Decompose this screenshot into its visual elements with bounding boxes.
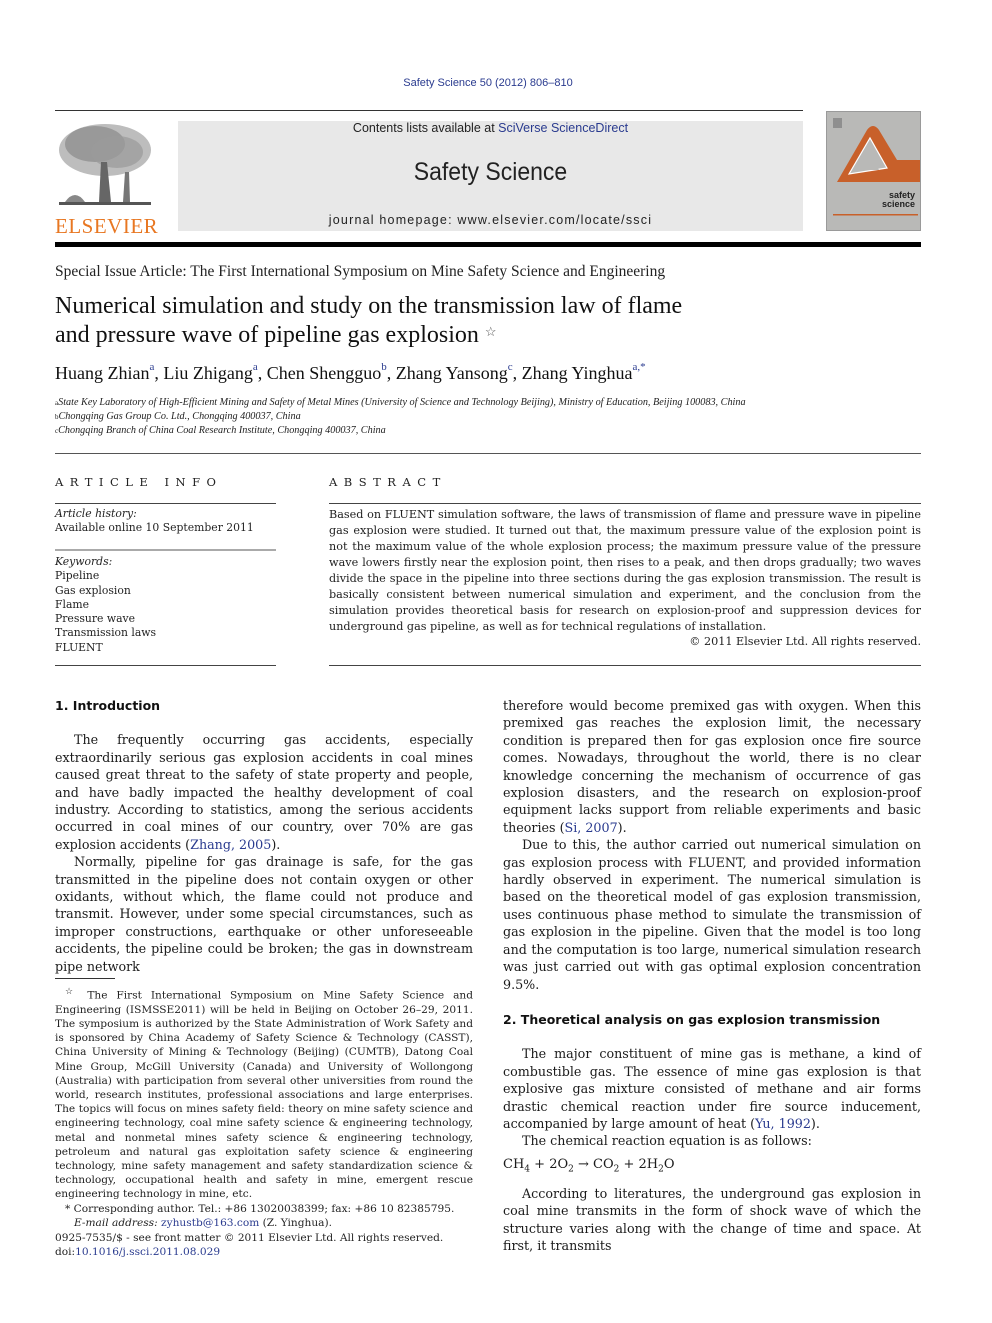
footnotes: ☆ The First International Symposium on M… [55, 985, 473, 1230]
title-footnote-star[interactable]: ☆ [485, 324, 497, 339]
keyword: FLUENT [55, 640, 103, 654]
affiliations: aState Key Laboratory of High-Efficient … [55, 396, 746, 438]
section-heading: 2. Theoretical analysis on gas explosion… [503, 1011, 881, 1027]
journal-cover[interactable]: safety science [826, 111, 921, 231]
reference-link[interactable]: Si, 2007 [565, 820, 618, 835]
author[interactable]: Liu Zhiganga [163, 361, 258, 383]
paragraph: Normally, pipeline for gas drainage is s… [55, 854, 473, 974]
elsevier-logo[interactable]: ELSEVIER [55, 122, 158, 237]
author-affil-mark: a [252, 361, 258, 373]
author-list: Huang Zhiana, Liu Zhiganga, Chen Shenggu… [55, 361, 646, 383]
homepage-link[interactable]: www.elsevier.com/locate/ssci [457, 213, 652, 227]
page-footer: 0925-7535/$ - see front matter © 2011 El… [55, 1231, 443, 1260]
keywords-label: Keywords: [55, 555, 113, 568]
chemical-equation: CH4 + 2O2 → CO2 + 2H2O [503, 1156, 675, 1175]
author-affil-mark: c [507, 361, 513, 373]
keyword: Flame [55, 597, 90, 611]
affiliation: aState Key Laboratory of High-Efficient … [55, 397, 746, 408]
cover-triangle-icon: safety science [833, 118, 920, 216]
title-line-2: and pressure wave of pipeline gas explos… [55, 322, 479, 348]
contents-line: Contents lists available at SciVerse Sci… [178, 121, 803, 135]
doi-link[interactable]: 10.1016/j.ssci.2011.08.029 [75, 1246, 220, 1258]
elsevier-tree-icon [59, 124, 151, 205]
paragraph: therefore would become premixed gas with… [503, 698, 921, 835]
keyword: Pipeline [55, 569, 100, 583]
article-info-divider [55, 665, 276, 666]
body-column-right: therefore would become premixed gas with… [503, 697, 921, 1254]
body-column-left: 1. Introduction The frequently occurring… [55, 697, 473, 975]
author[interactable]: Huang Zhiana [55, 361, 155, 383]
history-value: Available online 10 September 2011 [55, 521, 254, 535]
journal-citation[interactable]: Safety Science 50 (2012) 806–810 [0, 77, 976, 89]
author[interactable]: Chen Shengguob [267, 361, 387, 383]
reference-link[interactable]: Yu, 1992 [755, 1116, 811, 1131]
special-issue-label: Special Issue Article: The First Interna… [55, 263, 666, 280]
affiliation: cChongqing Branch of China Coal Research… [55, 425, 386, 436]
header-divider [55, 110, 803, 111]
email-link[interactable]: zyhustb@163.com [161, 1217, 259, 1229]
paragraph: Due to this, the author carried out nume… [503, 837, 921, 992]
cover-title-line2: science [882, 199, 915, 209]
section-heading: 1. Introduction [55, 698, 161, 713]
author[interactable]: Zhang Yinghuaa,* [522, 361, 646, 383]
reference-link[interactable]: Zhang, 2005 [190, 837, 271, 852]
footnote-divider [55, 978, 115, 979]
article-info-heading: ARTICLE INFO [55, 475, 223, 489]
paragraph: The major constituent of mine gas is met… [503, 1046, 921, 1131]
journal-title[interactable]: Safety Science [203, 158, 778, 187]
journal-homepage: journal homepage: www.elsevier.com/locat… [178, 213, 803, 227]
article-title: Numerical simulation and study on the tr… [55, 292, 815, 350]
contents-prefix: Contents lists available at [352, 121, 499, 135]
abstract-heading: ABSTRACT [329, 475, 447, 489]
history-label: Article history: [55, 507, 137, 520]
issn-line: 0925-7535/$ - see front matter © 2011 El… [55, 1232, 444, 1244]
abstract-divider [329, 665, 921, 666]
author-affil-mark: a [149, 361, 155, 373]
article-info-divider [55, 549, 276, 551]
article-history: Article history: Available online 10 Sep… [55, 507, 276, 536]
paragraph: According to literatures, the undergroun… [503, 1185, 921, 1253]
elsevier-wordmark: ELSEVIER [55, 214, 159, 238]
citation-link[interactable]: Safety Science 50 (2012) 806–810 [403, 77, 572, 89]
homepage-label: journal homepage: [328, 213, 458, 227]
section-divider [55, 453, 921, 454]
abstract-copyright: © 2011 Elsevier Ltd. All rights reserved… [689, 635, 921, 648]
keyword: Transmission laws [55, 626, 157, 640]
abstract-divider [329, 503, 921, 504]
footnote-email: E-mail address: zyhustb@163.com (Z. Ying… [74, 1216, 332, 1229]
journal-banner: Contents lists available at SciVerse Sci… [178, 121, 803, 231]
keyword: Pressure wave [55, 612, 136, 626]
keywords: Keywords: Pipeline Gas explosion Flame P… [55, 555, 276, 655]
author-affil-mark: a,* [632, 361, 646, 373]
article-info-divider [55, 503, 276, 504]
keyword: Gas explosion [55, 583, 131, 597]
paragraph: The frequently occurring gas accidents, … [55, 732, 473, 852]
footnote-star: ☆ [65, 987, 79, 997]
author[interactable]: Zhang Yansongc [396, 361, 513, 383]
header-bar [55, 242, 921, 247]
footnote-corresponding: * Corresponding author. Tel.: +86 130200… [65, 1202, 455, 1215]
title-line-1: Numerical simulation and study on the tr… [55, 293, 683, 319]
author-affil-mark: b [381, 361, 387, 373]
sciencedirect-link[interactable]: SciVerse ScienceDirect [498, 121, 628, 135]
doi-line: doi:10.1016/j.ssci.2011.08.029 [55, 1246, 221, 1259]
paragraph: The chemical reaction equation is as fol… [522, 1133, 812, 1149]
affiliation: bChongqing Gas Group Co. Ltd., Chongqing… [55, 411, 301, 422]
footnote-symposium: ☆ The First International Symposium on M… [55, 987, 473, 1201]
abstract-text: Based on FLUENT simulation software, the… [329, 508, 921, 633]
